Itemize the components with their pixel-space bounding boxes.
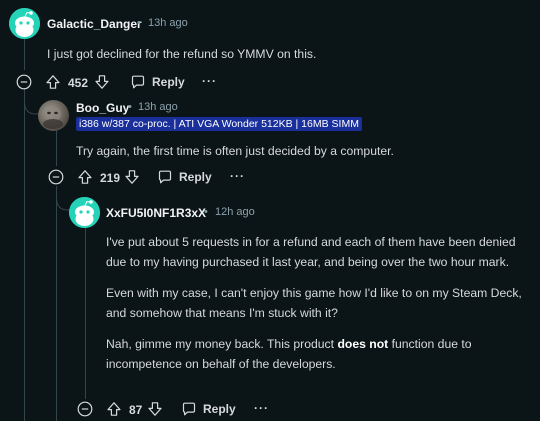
downvote-arrow-icon xyxy=(95,75,109,89)
comment-timestamp[interactable]: 13h ago xyxy=(138,101,178,113)
thread-line-1b[interactable] xyxy=(24,88,25,421)
thread-line-2b[interactable] xyxy=(56,186,57,421)
comment-paragraph: Even with my case, I can't enjoy this ga… xyxy=(106,286,522,320)
downvote-button[interactable] xyxy=(146,400,164,418)
collapse-button[interactable] xyxy=(15,73,33,91)
comment-bubble-icon xyxy=(182,402,196,416)
upvote-arrow-icon xyxy=(78,170,92,184)
comment-timestamp[interactable]: 13h ago xyxy=(148,17,188,29)
comment-paragraph: Nah, gimme my money back. This product d… xyxy=(106,334,531,374)
comment-text: Nah, gimme my money back. This product xyxy=(106,337,338,351)
thread-line-2[interactable] xyxy=(56,130,57,166)
user-photo-icon xyxy=(43,107,63,129)
comment-author[interactable]: Galactic_Danger xyxy=(47,17,142,31)
meta-separator: • xyxy=(137,17,141,29)
comment-body: Try again, the first time is often just … xyxy=(76,141,526,161)
reply-label: Reply xyxy=(152,75,185,89)
comment-body: I've put about 5 requests in for a refun… xyxy=(106,232,531,374)
collapse-icon xyxy=(77,401,93,417)
reply-button[interactable]: Reply xyxy=(130,70,185,94)
thread-line-1[interactable] xyxy=(24,36,25,70)
reply-button[interactable]: Reply xyxy=(181,397,236,421)
vote-count: 219 xyxy=(100,171,121,185)
upvote-button[interactable] xyxy=(105,400,123,418)
more-options-button[interactable]: ··· xyxy=(254,401,269,415)
avatar[interactable] xyxy=(9,8,40,39)
snoo-icon xyxy=(9,8,40,39)
upvote-button[interactable] xyxy=(44,73,62,91)
upvote-button[interactable] xyxy=(76,168,94,186)
meta-separator: • xyxy=(128,101,132,113)
downvote-button[interactable] xyxy=(123,168,141,186)
snoo-icon xyxy=(69,197,100,228)
comment-author[interactable]: XxFU5I0NF1R3xX xyxy=(106,206,206,220)
avatar[interactable] xyxy=(69,197,100,228)
vote-count: 87 xyxy=(129,403,143,417)
comment-bold-text: does not xyxy=(337,337,389,351)
collapse-icon xyxy=(16,74,32,90)
downvote-button[interactable] xyxy=(93,73,111,91)
reply-label: Reply xyxy=(179,170,212,184)
collapse-button[interactable] xyxy=(76,400,94,418)
vote-count: 452 xyxy=(68,76,89,90)
comment-timestamp[interactable]: 12h ago xyxy=(215,206,255,218)
more-options-button[interactable]: ··· xyxy=(202,74,217,88)
thread-connector-2 xyxy=(56,188,70,211)
comment-paragraph: I just got declined for the refund so YM… xyxy=(47,47,317,61)
downvote-arrow-icon xyxy=(125,170,139,184)
upvote-arrow-icon xyxy=(107,402,121,416)
collapse-button[interactable] xyxy=(47,168,65,186)
thread-line-3[interactable] xyxy=(85,225,86,399)
upvote-arrow-icon xyxy=(46,75,60,89)
avatar[interactable] xyxy=(38,100,69,131)
more-options-button[interactable]: ··· xyxy=(230,169,245,183)
collapse-icon xyxy=(48,169,64,185)
downvote-arrow-icon xyxy=(148,402,162,416)
meta-separator: • xyxy=(204,206,208,218)
reply-label: Reply xyxy=(203,402,236,416)
reply-button[interactable]: Reply xyxy=(157,165,212,189)
comment-bubble-icon xyxy=(158,170,172,184)
comment-paragraph: I've put about 5 requests in for a refun… xyxy=(106,235,516,269)
user-flair: i386 w/387 co-proc. | ATI VGA Wonder 512… xyxy=(76,117,362,131)
comment-body: I just got declined for the refund so YM… xyxy=(47,44,517,64)
comment-paragraph: Try again, the first time is often just … xyxy=(76,144,394,158)
comment-bubble-icon xyxy=(131,75,145,89)
comment-author[interactable]: Boo_Guy xyxy=(76,101,129,115)
